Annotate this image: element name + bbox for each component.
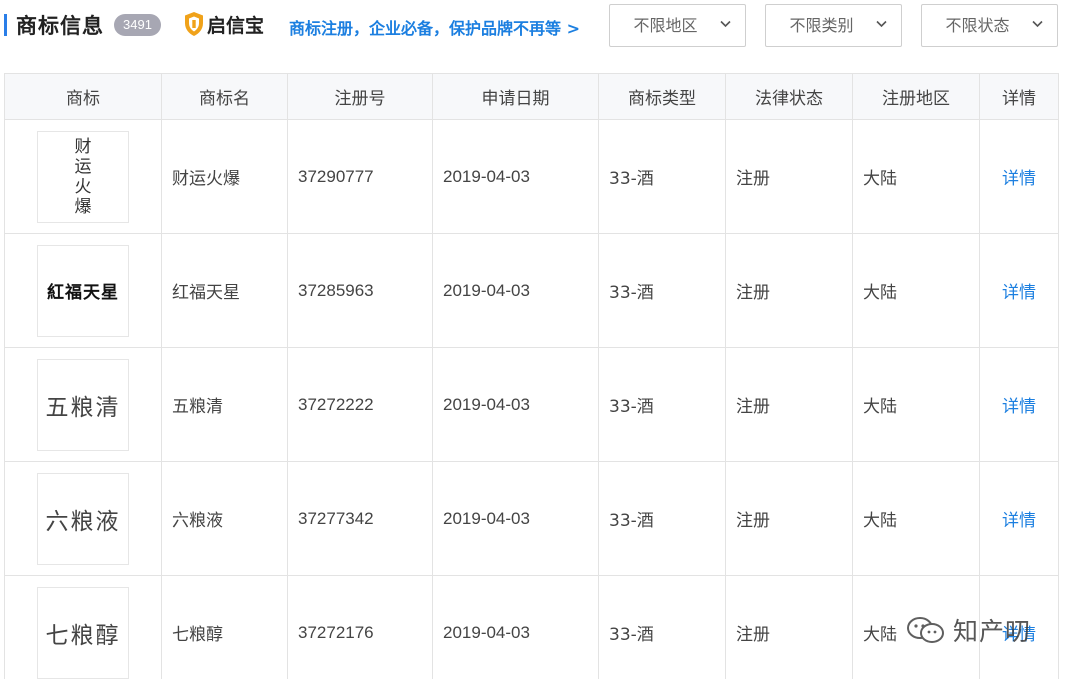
category-filter-select[interactable]: 不限类别 xyxy=(765,4,902,47)
trademark-table: 商标 商标名 注册号 申请日期 商标类型 法律状态 注册地区 详情 财运火爆 财… xyxy=(4,73,1059,679)
trademark-type: 33-酒 xyxy=(598,347,726,462)
legal-status: 注册 xyxy=(725,119,853,234)
application-date: 2019-04-03 xyxy=(432,119,599,234)
column-header-type: 商标类型 xyxy=(598,73,726,120)
legal-status: 注册 xyxy=(725,461,853,576)
trademark-name: 红福天星 xyxy=(161,233,288,348)
column-header-region: 注册地区 xyxy=(852,73,980,120)
title-accent-bar xyxy=(4,14,7,36)
chevron-down-icon xyxy=(720,20,731,28)
section-title: 商标信息 xyxy=(16,14,104,38)
column-header-date: 申请日期 xyxy=(432,73,599,120)
trademark-name: 五粮清 xyxy=(161,347,288,462)
detail-cell: 详情 xyxy=(979,119,1059,234)
detail-link[interactable]: 详情 xyxy=(1002,625,1036,645)
trademark-name: 七粮醇 xyxy=(161,575,288,679)
table-row: 七粮醇 七粮醇 37272176 2019-04-03 33-酒 注册 大陆 详… xyxy=(4,575,1059,679)
column-header-logo: 商标 xyxy=(4,73,162,120)
table-header-row: 商标 商标名 注册号 申请日期 商标类型 法律状态 注册地区 详情 xyxy=(4,73,1059,120)
trademark-logo-image[interactable]: 七粮醇 xyxy=(37,586,129,679)
brand-logo[interactable]: 启信宝 xyxy=(184,10,264,38)
trademark-logo-image[interactable]: 财运火爆 xyxy=(37,130,129,223)
column-header-name: 商标名 xyxy=(161,73,288,120)
section-header: 商标信息 3491 启信宝 商标注册，企业必备，保护品牌不再等 > 不限地区 不… xyxy=(0,0,1065,52)
trademark-type: 33-酒 xyxy=(598,461,726,576)
status-filter-select[interactable]: 不限状态 xyxy=(921,4,1058,47)
detail-cell: 详情 xyxy=(979,347,1059,462)
trademark-type: 33-酒 xyxy=(598,575,726,679)
status-filter-value: 不限状态 xyxy=(945,16,1010,35)
trademark-logo-text: 五粮清 xyxy=(45,394,121,421)
trademark-logo-image[interactable]: 紅福天星 xyxy=(37,244,129,337)
legal-status: 注册 xyxy=(725,233,853,348)
table-row: 紅福天星 红福天星 37285963 2019-04-03 33-酒 注册 大陆… xyxy=(4,233,1059,348)
trademark-logo-image[interactable]: 五粮清 xyxy=(37,358,129,451)
detail-link[interactable]: 详情 xyxy=(1002,397,1036,417)
detail-link[interactable]: 详情 xyxy=(1002,169,1036,189)
shield-icon xyxy=(185,12,203,36)
trademark-logo-text: 六粮液 xyxy=(45,508,121,535)
detail-link[interactable]: 详情 xyxy=(1002,283,1036,303)
registration-region: 大陆 xyxy=(852,461,980,576)
table-row: 五粮清 五粮清 37272222 2019-04-03 33-酒 注册 大陆 详… xyxy=(4,347,1059,462)
column-header-status: 法律状态 xyxy=(725,73,853,120)
detail-cell: 详情 xyxy=(979,233,1059,348)
trademark-name: 财运火爆 xyxy=(161,119,288,234)
trademark-type: 33-酒 xyxy=(598,233,726,348)
category-filter-value: 不限类别 xyxy=(789,16,854,35)
registration-region: 大陆 xyxy=(852,233,980,348)
table-row: 财运火爆 财运火爆 37290777 2019-04-03 33-酒 注册 大陆… xyxy=(4,119,1059,234)
chevron-down-icon xyxy=(1032,20,1043,28)
trademark-name: 六粮液 xyxy=(161,461,288,576)
trademark-logo-text: 财运火爆 xyxy=(74,136,92,217)
detail-link[interactable]: 详情 xyxy=(1002,511,1036,531)
application-date: 2019-04-03 xyxy=(432,575,599,679)
logo-cell: 紅福天星 xyxy=(4,233,162,348)
trademark-registration-promo-link[interactable]: 商标注册，企业必备，保护品牌不再等 > xyxy=(289,15,580,39)
column-header-detail: 详情 xyxy=(979,73,1059,120)
registration-number: 37285963 xyxy=(287,233,433,348)
column-header-reg-no: 注册号 xyxy=(287,73,433,120)
application-date: 2019-04-03 xyxy=(432,347,599,462)
trademark-logo-text: 紅福天星 xyxy=(47,283,119,303)
region-filter-value: 不限地区 xyxy=(633,16,698,35)
application-date: 2019-04-03 xyxy=(432,233,599,348)
registration-number: 37272222 xyxy=(287,347,433,462)
chevron-down-icon xyxy=(876,20,887,28)
trademark-logo-text: 七粮醇 xyxy=(45,622,121,649)
logo-cell: 财运火爆 xyxy=(4,119,162,234)
application-date: 2019-04-03 xyxy=(432,461,599,576)
registration-region: 大陆 xyxy=(852,347,980,462)
legal-status: 注册 xyxy=(725,347,853,462)
table-row: 六粮液 六粮液 37277342 2019-04-03 33-酒 注册 大陆 详… xyxy=(4,461,1059,576)
count-badge: 3491 xyxy=(114,14,161,36)
registration-number: 37272176 xyxy=(287,575,433,679)
detail-cell: 详情 xyxy=(979,575,1059,679)
trademark-logo-image[interactable]: 六粮液 xyxy=(37,472,129,565)
logo-cell: 七粮醇 xyxy=(4,575,162,679)
detail-cell: 详情 xyxy=(979,461,1059,576)
brand-name: 启信宝 xyxy=(207,14,265,37)
region-filter-select[interactable]: 不限地区 xyxy=(609,4,746,47)
legal-status: 注册 xyxy=(725,575,853,679)
registration-number: 37277342 xyxy=(287,461,433,576)
logo-cell: 五粮清 xyxy=(4,347,162,462)
registration-region: 大陆 xyxy=(852,119,980,234)
logo-cell: 六粮液 xyxy=(4,461,162,576)
registration-number: 37290777 xyxy=(287,119,433,234)
trademark-type: 33-酒 xyxy=(598,119,726,234)
registration-region: 大陆 xyxy=(852,575,980,679)
